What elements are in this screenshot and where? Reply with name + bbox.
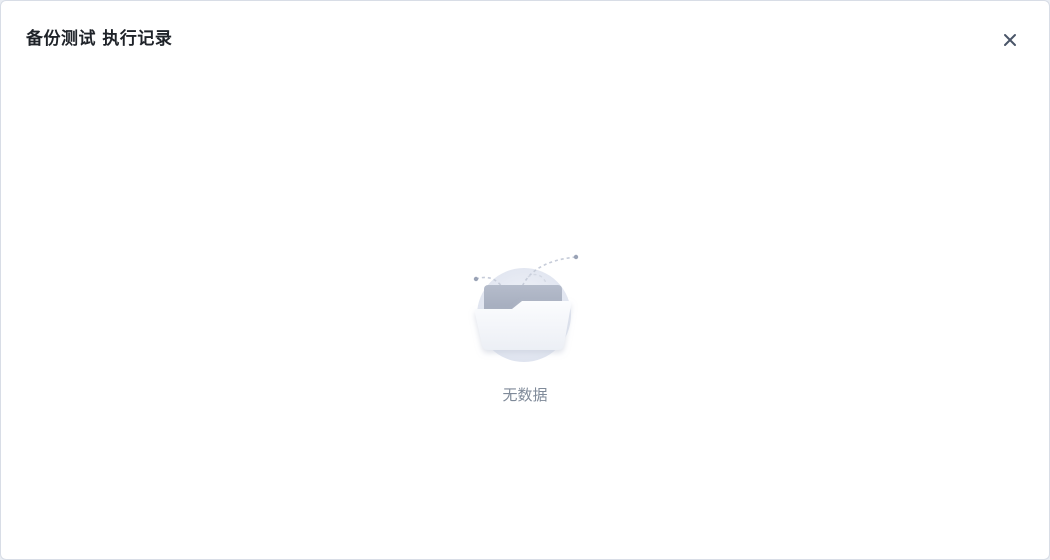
dialog-title: 备份测试 执行记录 — [26, 29, 173, 49]
close-button[interactable] — [999, 29, 1021, 51]
dialog-header: 备份测试 执行记录 — [1, 1, 1049, 79]
empty-state: 无数据 — [1, 241, 1049, 411]
empty-folder-icon — [473, 254, 579, 362]
close-icon — [1004, 34, 1016, 46]
execution-records-dialog: 备份测试 执行记录 无数据 — [0, 0, 1050, 560]
empty-state-text: 无数据 — [502, 386, 548, 404]
